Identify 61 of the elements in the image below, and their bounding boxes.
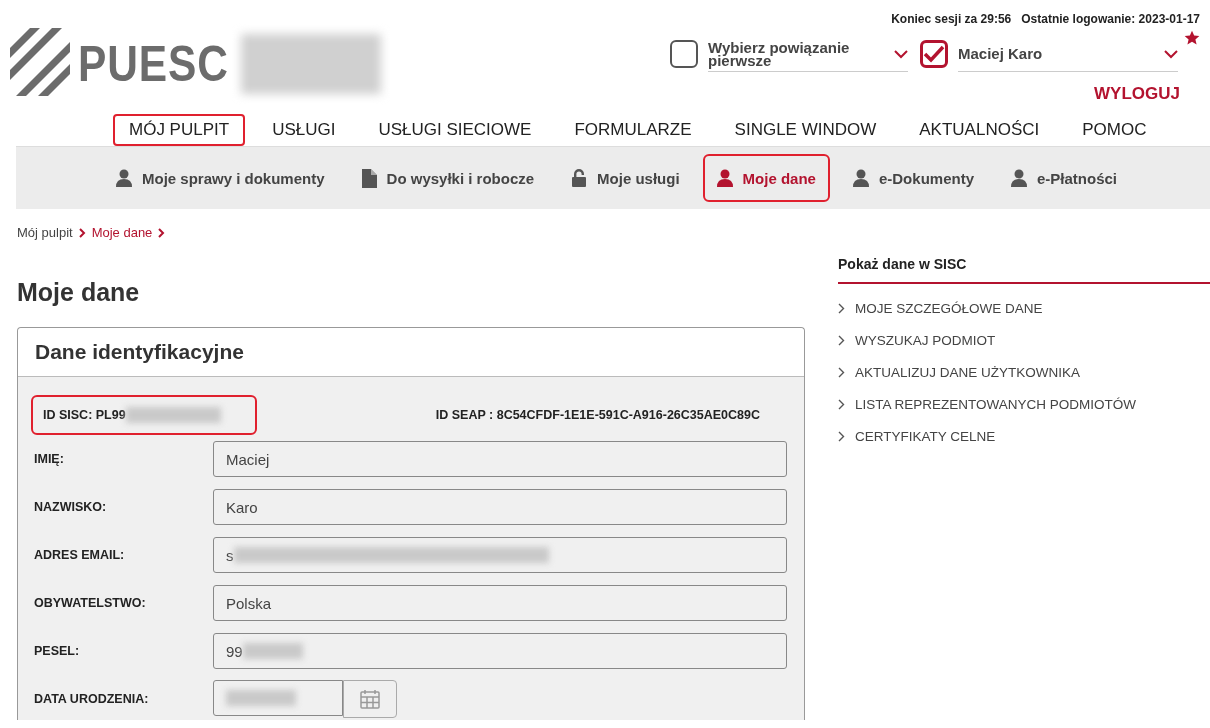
nav-link[interactable]: AKTUALNOŚCI bbox=[903, 114, 1056, 146]
user-icon bbox=[116, 169, 132, 187]
sidebar-link[interactable]: AKTUALIZUJ DANE UŻYTKOWNIKA bbox=[838, 356, 1210, 388]
chevron-icon bbox=[894, 47, 908, 60]
subnav-tab[interactable]: Moje sprawy i dokumenty bbox=[102, 154, 339, 202]
card-title: Dane identyfikacyjne bbox=[18, 328, 804, 377]
field-label: DATA URODZENIA: bbox=[34, 692, 150, 706]
input-field[interactable]: Maciej bbox=[213, 441, 787, 477]
id-label: ID SISC: PL99 bbox=[43, 408, 126, 422]
account-dropdown[interactable]: Maciej Karo bbox=[958, 36, 1178, 72]
id-label: ID SEAP : 8C54CFDF-1E1E-591C-A916-26C35AE0C89C bbox=[435, 408, 760, 422]
sidebar-link[interactable]: MOJE SZCZEGÓŁOWE DANE bbox=[838, 292, 1210, 324]
chevron-icon bbox=[78, 227, 86, 238]
logout-link[interactable]: WYLOGUJ bbox=[1094, 84, 1180, 104]
breadcrumb-link[interactable]: Mój pulpit bbox=[17, 225, 73, 240]
field-label: PESEL: bbox=[34, 644, 81, 658]
nav-link[interactable]: FORMULARZE bbox=[558, 114, 708, 146]
sidebar-link[interactable]: LISTA REPREZENTOWANYCH PODMIOTÓW bbox=[838, 388, 1210, 420]
input-field[interactable]: Karo bbox=[213, 489, 787, 525]
input-field[interactable]: Polska bbox=[213, 585, 787, 621]
subnav-tab[interactable]: e-Płatności bbox=[997, 154, 1131, 202]
field-label: IMIĘ: bbox=[34, 452, 65, 466]
subnav-tab[interactable]: Moje usługi bbox=[557, 154, 694, 202]
sidebar-link[interactable]: WYSZUKAJ PODMIOT bbox=[838, 324, 1210, 356]
logo-text[interactable]: PUESC bbox=[78, 35, 229, 93]
nav-link[interactable]: SINGLE WINDOW bbox=[718, 114, 893, 146]
padlock-icon bbox=[571, 168, 588, 188]
field-label: ADRES EMAIL: bbox=[34, 548, 126, 562]
calendar-icon bbox=[360, 689, 380, 709]
session-info: Ostatnie logowanie: 2023-01-17 bbox=[1021, 12, 1200, 26]
user-icon bbox=[1011, 169, 1027, 187]
breadcrumb-link[interactable]: Moje dane bbox=[91, 225, 153, 240]
chevron-icon bbox=[838, 302, 845, 314]
field-label: OBYWATELSTWO: bbox=[34, 596, 147, 610]
file-icon bbox=[361, 168, 377, 188]
nav-link[interactable]: USŁUGI bbox=[256, 114, 352, 146]
nav-link[interactable]: USŁUGI SIECIOWE bbox=[362, 114, 548, 146]
input-field[interactable]: 99 bbox=[213, 633, 787, 669]
chevron-icon bbox=[158, 227, 166, 238]
chevron-icon bbox=[838, 430, 845, 442]
user-icon bbox=[716, 169, 733, 187]
account-dropdown[interactable]: Wybierz powiązanie pierwsze bbox=[708, 36, 908, 72]
subnav-tab[interactable]: Moje dane bbox=[702, 154, 830, 202]
field-label: NAZWISKO: bbox=[34, 500, 108, 514]
chevron-icon bbox=[838, 398, 845, 410]
input-field[interactable] bbox=[213, 680, 343, 716]
input-field[interactable]: s bbox=[213, 537, 787, 573]
page-title: Moje dane bbox=[17, 278, 141, 307]
nav-link[interactable]: POMOC bbox=[1066, 114, 1163, 146]
user-icon bbox=[852, 169, 869, 187]
nav-link[interactable]: MÓJ PULPIT bbox=[113, 114, 246, 146]
sidebar-link[interactable]: CERTYFIKATY CELNE bbox=[838, 420, 1210, 452]
checkbox[interactable] bbox=[920, 40, 948, 68]
session-info: Koniec sesji za 29:56 bbox=[891, 12, 1012, 26]
chevron-icon bbox=[1164, 47, 1178, 60]
checkbox[interactable] bbox=[670, 40, 698, 68]
subnav-tab[interactable]: e-Dokumenty bbox=[838, 154, 988, 202]
chevron-icon bbox=[838, 334, 845, 346]
subnav-tab[interactable]: Do wysyłki i robocze bbox=[347, 154, 549, 202]
sidebar-title: Pokaż dane w SISC bbox=[838, 252, 1210, 284]
chevron-icon bbox=[838, 366, 845, 378]
